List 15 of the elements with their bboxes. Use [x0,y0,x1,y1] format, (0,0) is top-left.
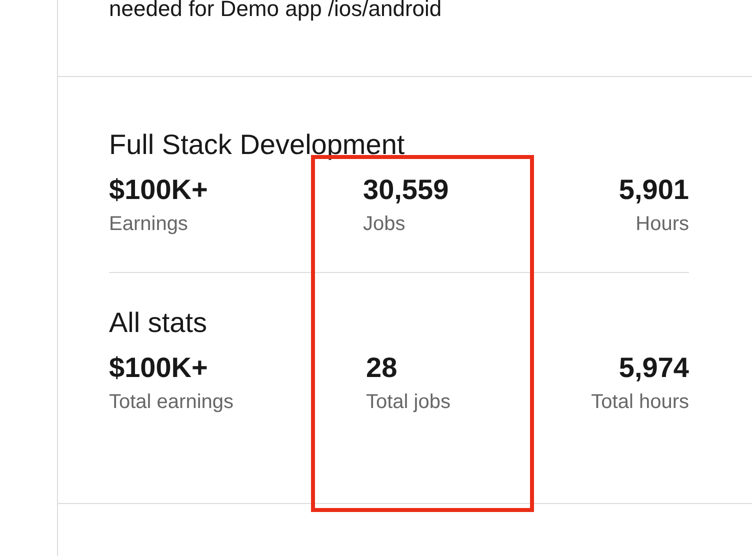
section-heading: All stats [109,307,208,339]
stat-label: Total earnings [109,390,234,414]
stat-value: $100K+ [109,174,208,206]
stat-value: 5,974 [618,352,689,384]
stat-value: 28 [366,352,398,384]
stat-label: Hours [636,212,689,236]
description-text: needed for Demo app /ios/android [109,0,442,22]
stat-label: Earnings [109,212,188,236]
section-heading: Full Stack Development [109,129,405,161]
stat-label: Total hours [591,390,689,414]
stat-label: Total jobs [366,390,450,414]
stat-value: 5,901 [618,174,689,206]
stat-value: 30,559 [363,174,449,206]
stat-label: Jobs [363,212,406,236]
stat-value: $100K+ [109,352,208,384]
